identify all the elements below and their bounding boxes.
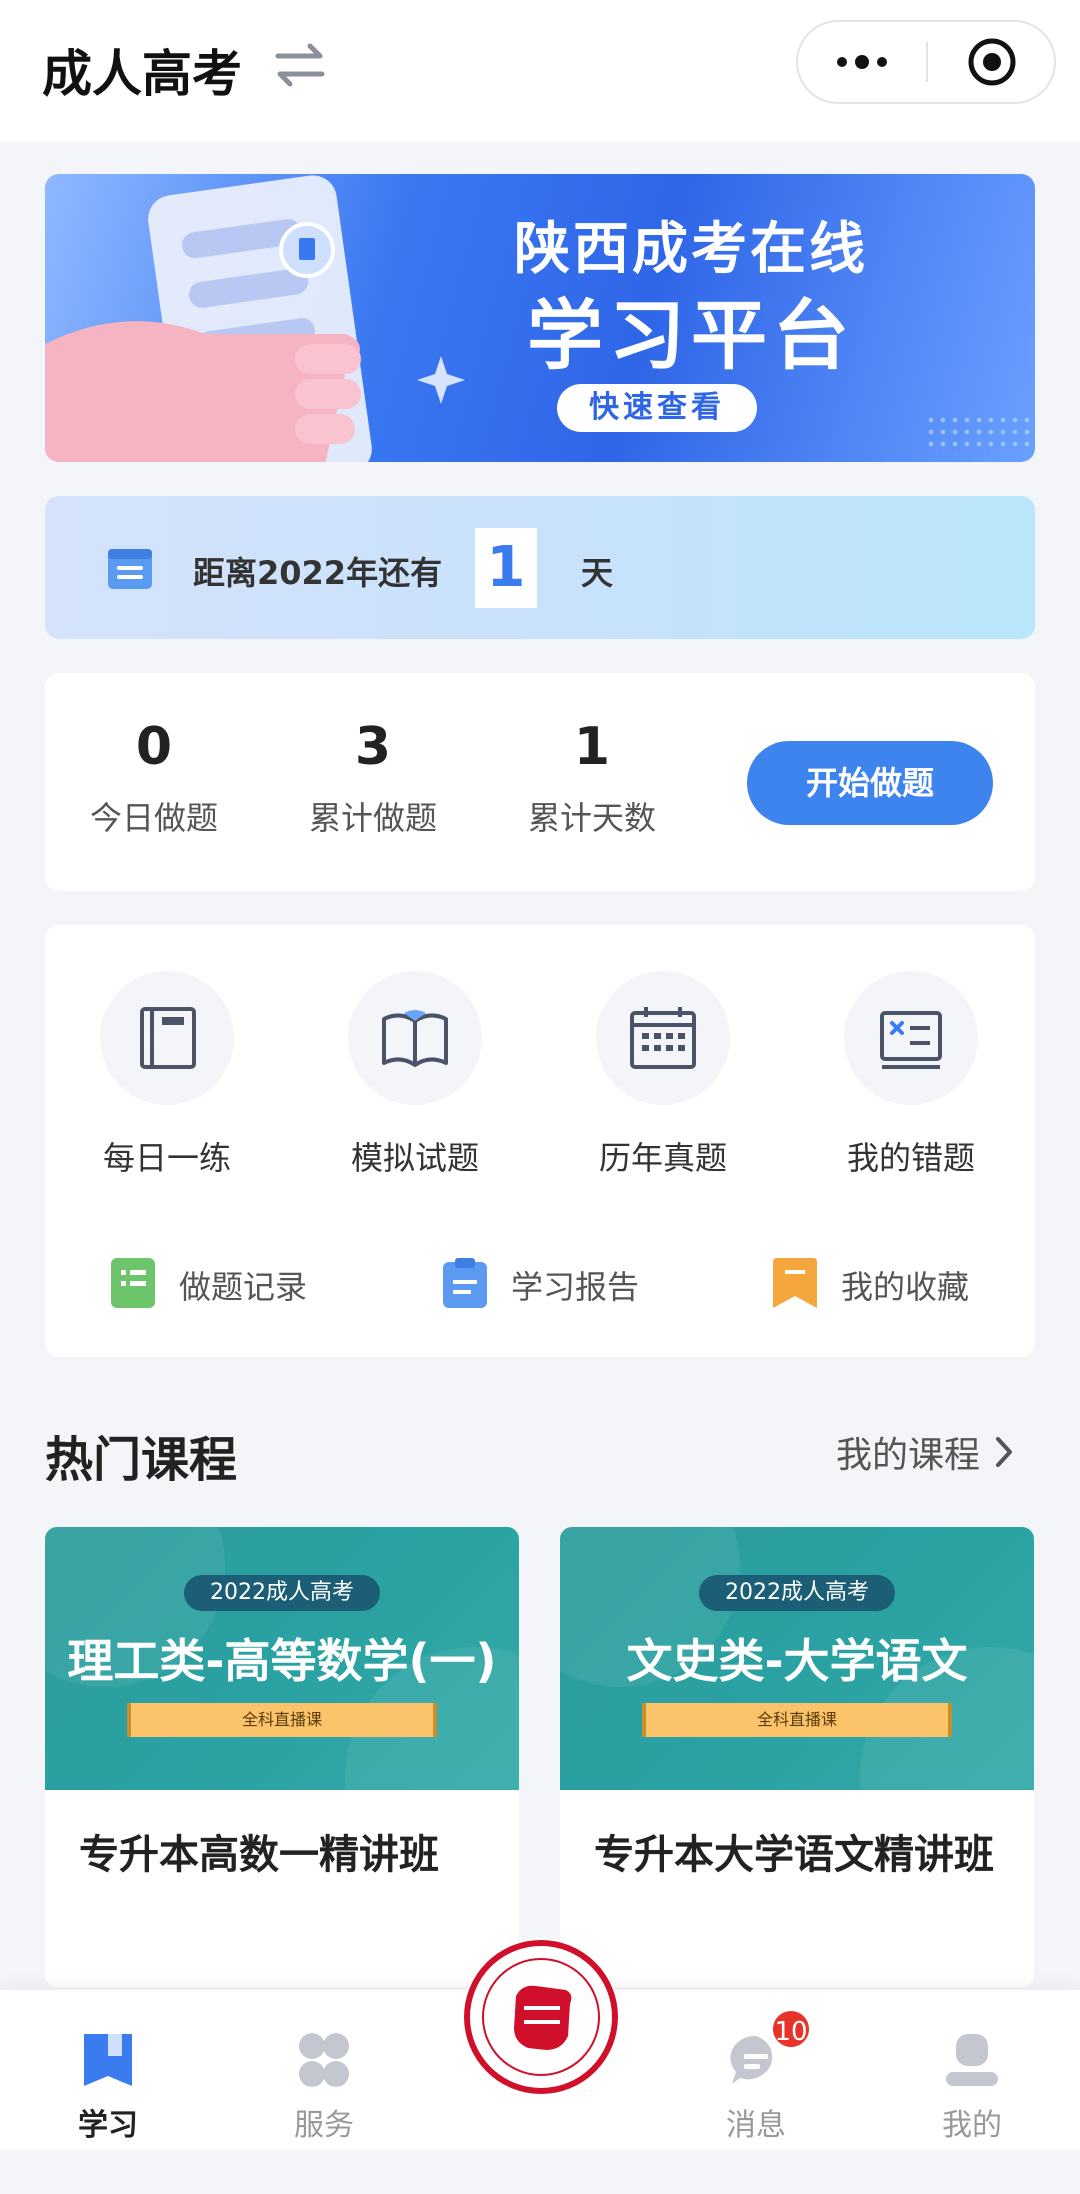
- mini-label: 做题记录: [179, 1268, 308, 1306]
- tool-label: 模拟试题: [350, 1139, 479, 1177]
- study-report-link[interactable]: 学习报告: [443, 1255, 639, 1315]
- unread-badge: 10: [770, 2008, 812, 2050]
- stat-today: 0 今日做题: [54, 717, 254, 839]
- course-name: 专升本高数一精讲班: [79, 1832, 439, 1878]
- banner-view-button[interactable]: 快速查看: [557, 384, 757, 432]
- tab-study[interactable]: 学习: [38, 2030, 178, 2144]
- tab-services[interactable]: 服务: [254, 2030, 394, 2144]
- error-card-icon: [844, 971, 978, 1105]
- course-thumb-title: 文史类-大学语文: [626, 1634, 968, 1688]
- bookmark-icon: [773, 1258, 817, 1312]
- tab-label: 我的: [942, 2108, 1002, 2143]
- stat-total-questions: 3 累计做题: [273, 717, 473, 839]
- stat-label: 累计天数: [527, 799, 656, 837]
- stat-label: 累计做题: [308, 799, 437, 837]
- my-courses-label: 我的课程: [836, 1435, 981, 1476]
- course-ribbon: 全科直播课: [127, 1703, 437, 1737]
- tab-label: 消息: [726, 2108, 786, 2143]
- course-tag: 2022成人高考: [699, 1575, 895, 1611]
- calendar-icon: [596, 971, 730, 1105]
- practice-stats: 0 今日做题 3 累计做题 1 累计天数 开始做题: [45, 673, 1035, 891]
- exam-countdown: 距离2022年还有 1 天: [45, 496, 1035, 639]
- services-icon: [294, 2030, 354, 2090]
- clipboard-icon: [443, 1258, 487, 1312]
- stat-label: 今日做题: [89, 799, 218, 837]
- study-tools: 每日一练 模拟试题 历年真题 我的错题 做题记录 学习报告 我的收藏: [45, 925, 1035, 1357]
- app-header: 成人高考: [0, 0, 1080, 142]
- chevron-right-icon: [996, 1437, 1013, 1467]
- banner-title-line1: 陕西成考在线: [514, 217, 868, 282]
- course-card[interactable]: 2022成人高考 理工类-高等数学(一) 全科直播课 专升本高数一精讲班: [45, 1527, 519, 1987]
- close-icon[interactable]: [928, 22, 1056, 102]
- study-icon: [78, 2030, 138, 2090]
- course-card[interactable]: 2022成人高考 文史类-大学语文 全科直播课 专升本大学语文精讲班: [560, 1527, 1034, 1987]
- course-tag: 2022成人高考: [184, 1575, 380, 1611]
- course-thumbnail: 2022成人高考 理工类-高等数学(一) 全科直播课: [45, 1527, 519, 1790]
- banner-title-line2: 学习平台: [527, 291, 855, 380]
- my-favorites-link[interactable]: 我的收藏: [773, 1255, 969, 1315]
- promo-banner[interactable]: 陕西成考在线 学习平台 快速查看: [45, 174, 1035, 462]
- course-ribbon: 全科直播课: [642, 1703, 952, 1737]
- stat-value: 1: [573, 717, 611, 777]
- course-thumbnail: 2022成人高考 文史类-大学语文 全科直播课: [560, 1527, 1034, 1790]
- tool-label: 历年真题: [598, 1139, 727, 1177]
- tab-profile[interactable]: 我的: [902, 2030, 1042, 2144]
- stat-total-days: 1 累计天数: [492, 717, 692, 839]
- practice-record-link[interactable]: 做题记录: [111, 1255, 307, 1315]
- calendar-icon: [105, 542, 155, 592]
- more-icon[interactable]: [798, 22, 926, 102]
- tool-label: 每日一练: [102, 1139, 231, 1177]
- stat-value: 0: [135, 717, 173, 777]
- start-practice-button[interactable]: 开始做题: [747, 741, 993, 825]
- list-icon: [111, 1258, 155, 1312]
- open-book-icon: [348, 971, 482, 1105]
- home-indicator-area: [0, 2150, 1080, 2194]
- tool-label: 我的错题: [846, 1139, 975, 1177]
- tool-daily-practice[interactable]: 每日一练: [67, 971, 267, 1179]
- decorative-dots: [925, 414, 1035, 454]
- tool-my-mistakes[interactable]: 我的错题: [811, 971, 1011, 1179]
- tab-label: 服务: [294, 2108, 354, 2143]
- exam-seal-logo-icon: [464, 1940, 618, 2094]
- countdown-suffix: 天: [581, 554, 614, 592]
- countdown-prefix: 距离2022年还有: [193, 554, 443, 592]
- mini-program-capsule: [796, 20, 1056, 104]
- tool-mock-exam[interactable]: 模拟试题: [315, 971, 515, 1179]
- profile-icon: [942, 2030, 1002, 2090]
- center-logo-button[interactable]: [462, 1938, 620, 2096]
- course-name: 专升本大学语文精讲班: [594, 1832, 994, 1878]
- tool-past-exams[interactable]: 历年真题: [563, 971, 763, 1179]
- stat-value: 3: [354, 717, 392, 777]
- course-thumb-title: 理工类-高等数学(一): [67, 1634, 497, 1688]
- message-icon: 10: [726, 2008, 812, 2090]
- swap-icon[interactable]: [270, 40, 330, 90]
- mini-label: 学习报告: [511, 1268, 640, 1306]
- page-title: 成人高考: [42, 45, 242, 103]
- phone-illustration-icon: [45, 175, 465, 462]
- mini-label: 我的收藏: [841, 1268, 970, 1306]
- hot-courses-title: 热门课程: [45, 1432, 238, 1488]
- notebook-icon: [100, 971, 234, 1105]
- my-courses-link[interactable]: 我的课程: [836, 1426, 1014, 1478]
- countdown-days: 1: [475, 528, 537, 608]
- tab-label: 学习: [78, 2108, 138, 2143]
- tab-messages[interactable]: 10 消息: [686, 2008, 826, 2144]
